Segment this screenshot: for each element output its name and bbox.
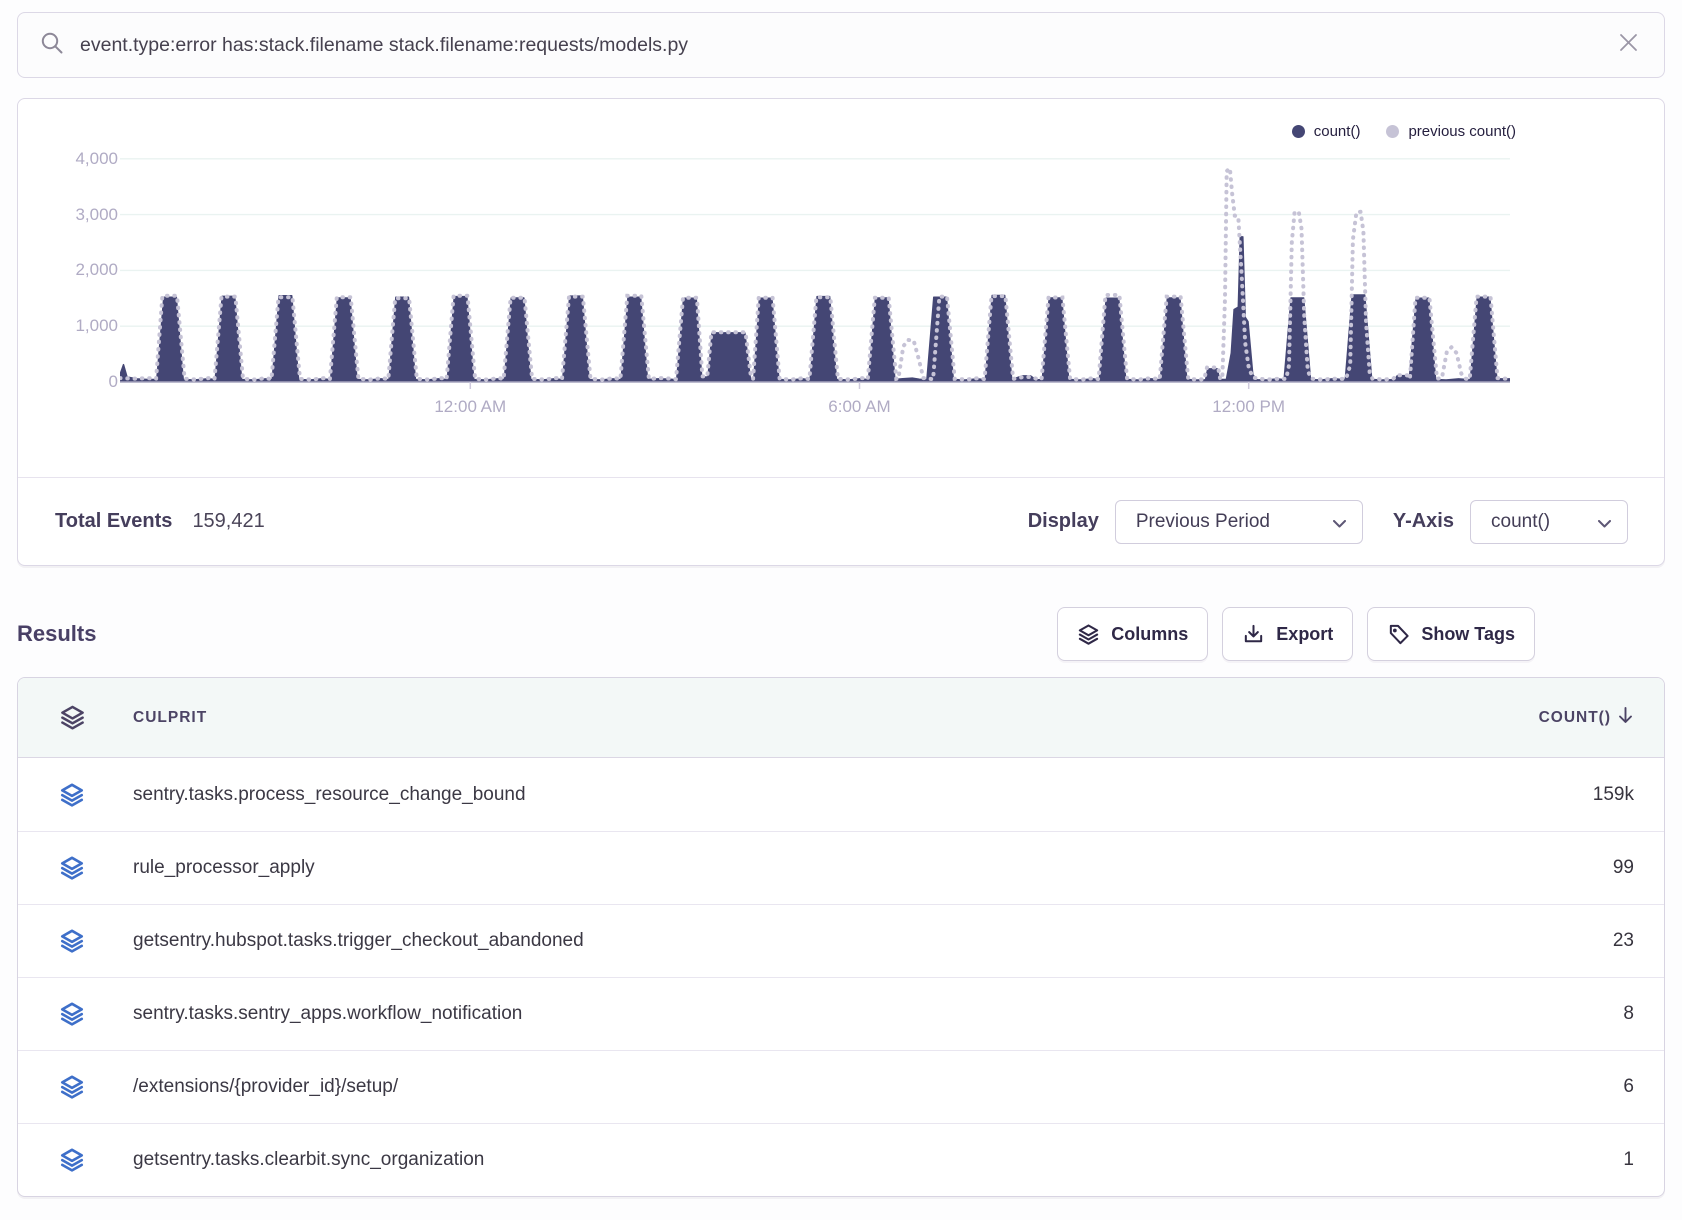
table-header-row: CULPRIT COUNT() — [18, 678, 1664, 758]
culprit-cell: getsentry.hubspot.tasks.trigger_checkout… — [116, 930, 1374, 952]
display-dropdown-value: Previous Period — [1136, 511, 1270, 533]
search-input[interactable]: event.type:error has:stack.filename stac… — [80, 34, 1617, 57]
columns-button[interactable]: Columns — [1057, 607, 1208, 661]
results-header: Results Columns Export Show Tags — [17, 605, 1665, 663]
search-bar[interactable]: event.type:error has:stack.filename stac… — [17, 12, 1665, 78]
y-axis-dropdown[interactable]: count() — [1470, 500, 1628, 544]
chevron-down-icon — [1333, 512, 1346, 534]
display-label: Display — [1028, 510, 1099, 533]
events-chart-card: count() previous count() 0 1,000 2,000 3,000… — [17, 98, 1665, 566]
download-icon — [1242, 623, 1265, 646]
legend-dot-icon — [1292, 125, 1305, 138]
sort-desc-icon — [1617, 706, 1634, 730]
table-row: sentry.tasks.sentry_apps.workflow_notifi… — [18, 977, 1664, 1050]
legend-item-count[interactable]: count() — [1292, 123, 1361, 140]
chevron-down-icon — [1598, 512, 1611, 534]
culprit-cell: /extensions/{provider_id}/setup/ — [116, 1076, 1374, 1098]
y-tick-label: 2,000 — [18, 259, 118, 281]
count-cell: 6 — [1623, 1076, 1634, 1098]
y-tick-label: 3,000 — [18, 204, 118, 226]
layers-icon[interactable] — [18, 855, 116, 881]
table-body: sentry.tasks.process_resource_change_bou… — [18, 758, 1664, 1196]
culprit-cell: sentry.tasks.process_resource_change_bou… — [116, 784, 1374, 806]
column-header-culprit: CULPRIT — [116, 709, 1374, 727]
culprit-cell: sentry.tasks.sentry_apps.workflow_notifi… — [116, 1003, 1374, 1025]
table-row: sentry.tasks.process_resource_change_bou… — [18, 758, 1664, 831]
y-axis-dropdown-value: count() — [1491, 511, 1550, 533]
legend-dot-icon — [1386, 125, 1399, 138]
y-axis-label: Y-Axis — [1393, 510, 1454, 533]
culprit-cell: getsentry.tasks.clearbit.sync_organizati… — [116, 1149, 1374, 1171]
count-cell: 23 — [1613, 930, 1634, 952]
table-row: getsentry.hubspot.tasks.trigger_checkout… — [18, 904, 1664, 977]
layers-icon[interactable] — [18, 1147, 116, 1173]
layers-icon[interactable] — [18, 1001, 116, 1027]
total-events-value: 159,421 — [192, 510, 264, 533]
chart-legend: count() previous count() — [1292, 123, 1516, 140]
display-dropdown[interactable]: Previous Period — [1115, 500, 1363, 544]
layers-icon[interactable] — [18, 782, 116, 808]
culprit-cell: rule_processor_apply — [116, 857, 1374, 879]
search-icon — [40, 31, 64, 60]
table-row: getsentry.tasks.clearbit.sync_organizati… — [18, 1123, 1664, 1196]
results-actions: Columns Export Show Tags — [1057, 607, 1535, 661]
x-tick-label: 12:00 AM — [434, 397, 506, 417]
x-axis-labels: 12:00 AM 6:00 AM 12:00 PM — [120, 397, 1510, 421]
legend-item-previous-count[interactable]: previous count() — [1386, 123, 1516, 140]
chart-area: count() previous count() 0 1,000 2,000 3,000… — [18, 99, 1664, 477]
tag-icon — [1387, 623, 1410, 646]
y-tick-label: 1,000 — [18, 315, 118, 337]
results-heading: Results — [17, 621, 96, 647]
table-row: /extensions/{provider_id}/setup/6 — [18, 1050, 1664, 1123]
button-label: Show Tags — [1421, 624, 1515, 645]
button-label: Columns — [1111, 624, 1188, 645]
layers-icon[interactable] — [18, 928, 116, 954]
y-axis-labels: 0 1,000 2,000 3,000 4,000 — [18, 99, 118, 477]
results-table: CULPRIT COUNT() sentry.tasks.process_res… — [17, 677, 1665, 1197]
count-cell: 99 — [1613, 857, 1634, 879]
export-button[interactable]: Export — [1222, 607, 1353, 661]
count-cell: 159k — [1593, 784, 1634, 806]
legend-label: previous count() — [1408, 123, 1516, 140]
y-tick-label: 4,000 — [18, 148, 118, 170]
legend-label: count() — [1314, 123, 1361, 140]
x-tick-label: 6:00 AM — [828, 397, 890, 417]
total-events-label: Total Events — [55, 510, 172, 533]
layers-icon[interactable] — [18, 1074, 116, 1100]
button-label: Export — [1276, 624, 1333, 645]
clear-search-icon[interactable] — [1617, 31, 1640, 59]
events-chart-plot[interactable] — [120, 146, 1510, 390]
count-cell: 1 — [1623, 1149, 1634, 1171]
chart-footer: Total Events 159,421 Display Previous Pe… — [18, 477, 1664, 565]
y-tick-label: 0 — [18, 371, 118, 393]
discover-page: event.type:error has:stack.filename stac… — [0, 0, 1682, 1220]
table-row: rule_processor_apply 99 — [18, 831, 1664, 904]
layers-icon[interactable] — [18, 704, 116, 731]
layers-icon — [1077, 623, 1100, 646]
column-header-count[interactable]: COUNT() — [1539, 706, 1634, 730]
count-cell: 8 — [1623, 1003, 1634, 1025]
show-tags-button[interactable]: Show Tags — [1367, 607, 1535, 661]
x-tick-label: 12:00 PM — [1212, 397, 1285, 417]
